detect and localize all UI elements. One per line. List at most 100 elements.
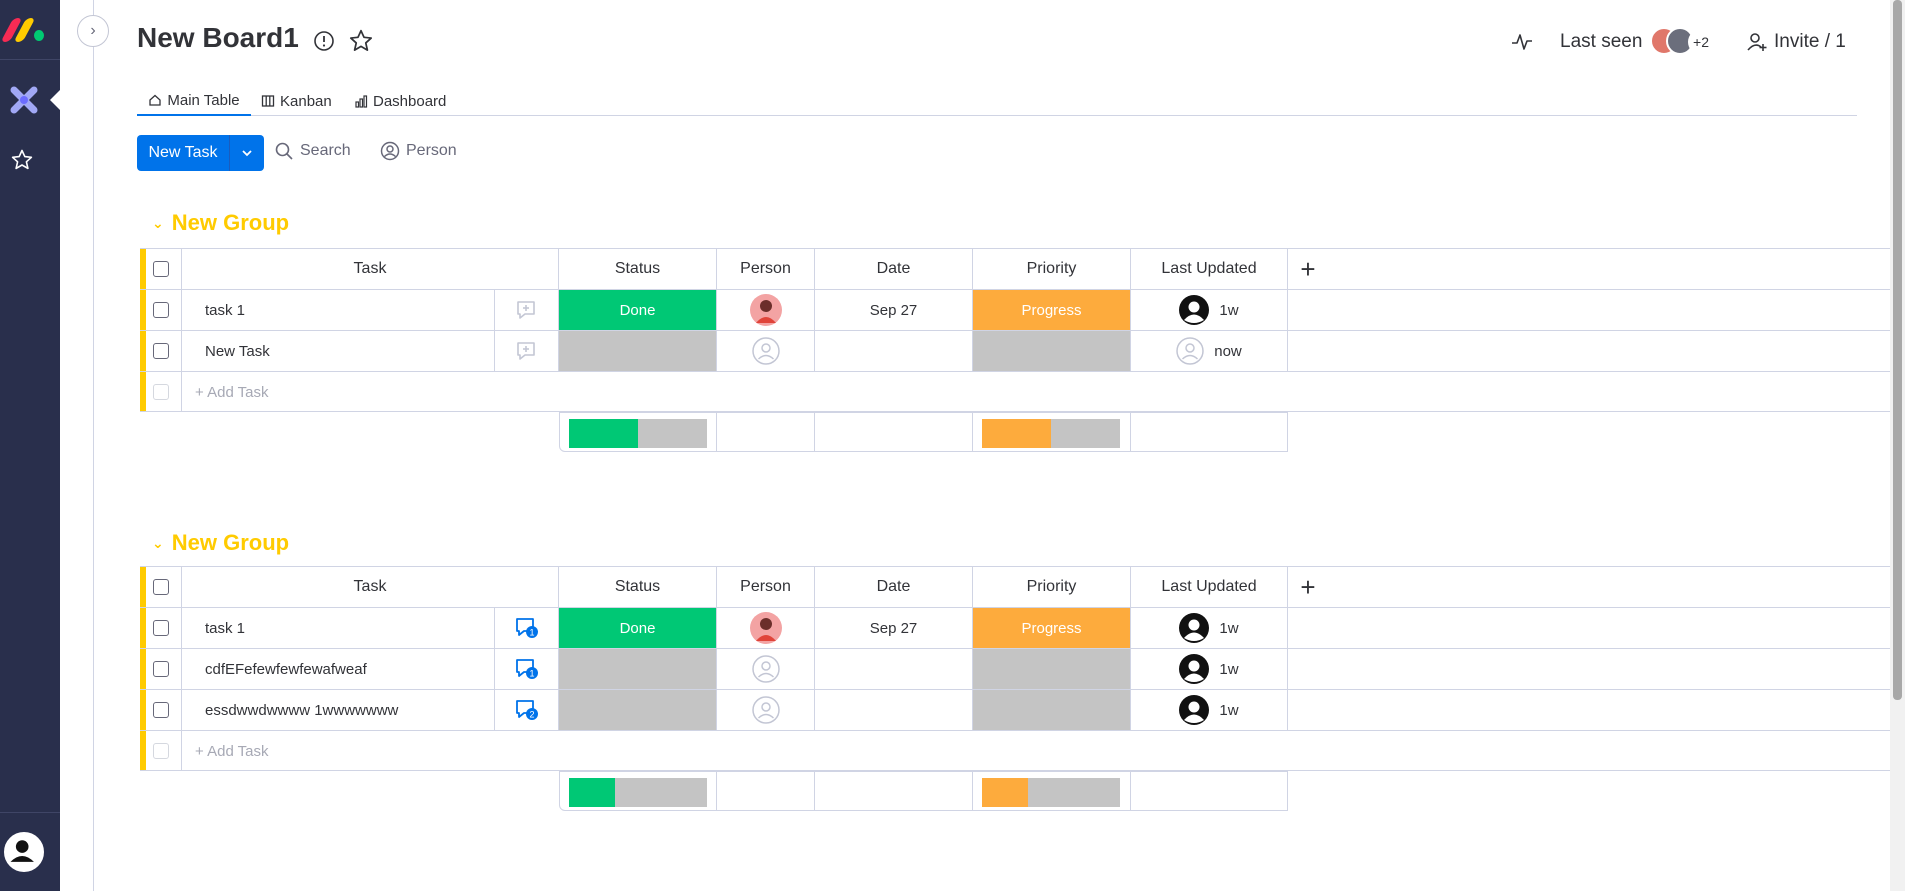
workspace-icon[interactable] [8,84,40,116]
date-cell[interactable] [815,331,973,371]
checkbox[interactable] [152,702,169,718]
priority-cell[interactable] [973,331,1131,371]
last-updated-cell: now [1131,331,1288,371]
chevron-down-icon[interactable]: ⌄ [152,535,164,552]
status-cell[interactable] [559,690,717,730]
status-cell[interactable] [559,331,717,371]
date-cell[interactable]: Sep 27 [815,290,973,330]
table-row[interactable]: cdfEFefewfewfewafweaf 1 1w [140,648,1890,689]
task-name-cell[interactable]: essdwwdwwww 1wwwwwww [182,690,495,730]
priority-cell[interactable]: Progress [973,608,1131,648]
scrollbar-thumb[interactable] [1893,0,1902,700]
priority-summary-bar[interactable] [982,419,1120,448]
select-all-checkbox-cell[interactable] [140,567,182,607]
collapse-toggle-button[interactable]: › [77,15,109,47]
task-name-cell[interactable]: task 1 [182,608,495,648]
add-column-button[interactable]: + [1288,567,1328,607]
add-task-input[interactable]: + Add Task [182,731,482,771]
chevron-down-icon [242,150,252,157]
checkbox[interactable] [152,579,169,595]
row-checkbox-cell[interactable] [140,290,182,330]
tab-main-table[interactable]: Main Table [137,86,251,116]
last-seen-avatars[interactable]: +2 [1650,27,1714,57]
person-cell[interactable] [717,608,815,648]
tab-kanban[interactable]: Kanban [261,86,332,116]
summary-cell [559,771,717,811]
person-filter-button[interactable]: Person [380,141,457,161]
user-avatar[interactable] [4,832,44,872]
invite-user-icon[interactable] [1746,31,1768,53]
comment-cell[interactable]: 1 [495,608,559,648]
priority-summary-bar[interactable] [982,778,1120,807]
checkbox[interactable] [152,261,169,277]
status-summary-bar[interactable] [569,778,707,807]
summary-cell [973,771,1131,811]
row-checkbox-cell[interactable] [140,690,182,730]
add-task-row[interactable]: + Add Task [140,371,1890,412]
task-name-cell[interactable]: cdfEFefewfewfewafweaf [182,649,495,689]
comment-cell[interactable]: 1 [495,649,559,689]
last-seen-label[interactable]: Last seen [1560,31,1642,53]
priority-cell[interactable] [973,690,1131,730]
tab-dashboard[interactable]: Dashboard [354,86,446,116]
vertical-scrollbar[interactable] [1890,0,1905,891]
favorite-star-icon[interactable] [348,28,374,54]
row-checkbox-cell[interactable] [140,608,182,648]
checkbox[interactable] [152,343,169,359]
priority-summary-fill [982,419,1051,448]
add-column-button[interactable]: + [1288,249,1328,289]
column-header: Person [717,249,815,289]
row-checkbox-cell[interactable] [140,649,182,689]
comment-cell[interactable] [495,290,559,330]
date-cell[interactable]: Sep 27 [815,608,973,648]
person-cell[interactable] [717,331,815,371]
checkbox[interactable] [152,661,169,677]
table-row[interactable]: task 1 1 Done Sep 27 Progress 1w [140,607,1890,648]
group-title[interactable]: ⌄ New Group [152,210,289,236]
person-cell[interactable] [717,690,815,730]
task-name-cell[interactable]: task 1 [182,290,495,330]
date-cell[interactable] [815,690,973,730]
date-cell[interactable] [815,649,973,689]
table-row[interactable]: task 1 Done Sep 27 Progress 1w [140,289,1890,330]
status-cell[interactable] [559,649,717,689]
group-title[interactable]: ⌄ New Group [152,530,289,556]
last-updated-cell: 1w [1131,608,1288,648]
empty-cell [1288,690,1328,730]
invite-button[interactable]: Invite / 1 [1774,31,1846,53]
group-title-text[interactable]: New Group [172,210,289,236]
person-cell[interactable] [717,290,815,330]
person-avatar-icon [749,612,782,644]
board-title[interactable]: New Board1 [137,22,299,54]
monday-logo[interactable] [0,0,60,60]
add-task-input[interactable]: + Add Task [182,372,482,412]
person-cell[interactable] [717,649,815,689]
checkbox[interactable] [152,620,169,636]
status-summary-bar[interactable] [569,419,707,448]
empty-person-icon [751,655,780,683]
table-row[interactable]: essdwwdwwww 1wwwwwww 2 1w [140,689,1890,730]
status-cell[interactable]: Done [559,290,717,330]
comment-cell[interactable]: 2 [495,690,559,730]
task-name-cell[interactable]: New Task [182,331,495,371]
chevron-down-icon[interactable]: ⌄ [152,215,164,232]
priority-cell[interactable] [973,649,1131,689]
add-task-row[interactable]: + Add Task [140,730,1890,771]
activity-icon[interactable] [1510,30,1534,54]
view-tabs: Main Table Kanban Dashboard [137,86,1857,116]
search-button[interactable]: Search [274,141,351,161]
group-title-text[interactable]: New Group [172,530,289,556]
select-all-checkbox-cell[interactable] [140,249,182,289]
info-icon[interactable] [313,30,335,52]
tab-label: Kanban [280,92,332,110]
checkbox[interactable] [152,302,169,318]
table-row[interactable]: New Task now [140,330,1890,371]
empty-cell [1288,649,1328,689]
new-task-dropdown[interactable] [229,135,264,171]
status-cell[interactable]: Done [559,608,717,648]
priority-cell[interactable]: Progress [973,290,1131,330]
favorites-star-icon[interactable] [10,148,34,172]
row-checkbox-cell[interactable] [140,331,182,371]
comment-cell[interactable] [495,331,559,371]
new-task-button[interactable]: New Task [137,135,264,171]
